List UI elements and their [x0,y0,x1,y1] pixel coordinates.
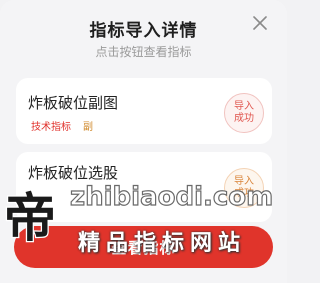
indicator-card[interactable]: 炸板破位副图 技术指标 副 导入 成功 [16,78,272,144]
tag-subchart: 副 [83,122,93,133]
view-indicator-button[interactable]: 查看指标 [14,226,273,268]
indicator-tags: 技术指标 副 [28,117,96,134]
import-details-sheet: 指标导入详情 点击按钮查看指标 炸板破位副图 技术指标 副 导入 成功 炸板破位选… [0,0,287,283]
import-success-stamp: 导入 成功 [224,168,264,208]
import-success-stamp: 导入 成功 [224,93,264,133]
close-icon[interactable] [251,14,269,32]
sheet-title: 指标导入详情 [89,21,198,41]
indicator-name: 炸板破位副图 [28,94,119,112]
indicator-card[interactable]: 炸板破位选股 导入 成功 [16,152,272,222]
indicator-name: 炸板破位选股 [28,164,119,182]
tag-type: 技术指标 [31,122,71,133]
sheet-subtitle: 点击按钮查看指标 [95,45,192,59]
